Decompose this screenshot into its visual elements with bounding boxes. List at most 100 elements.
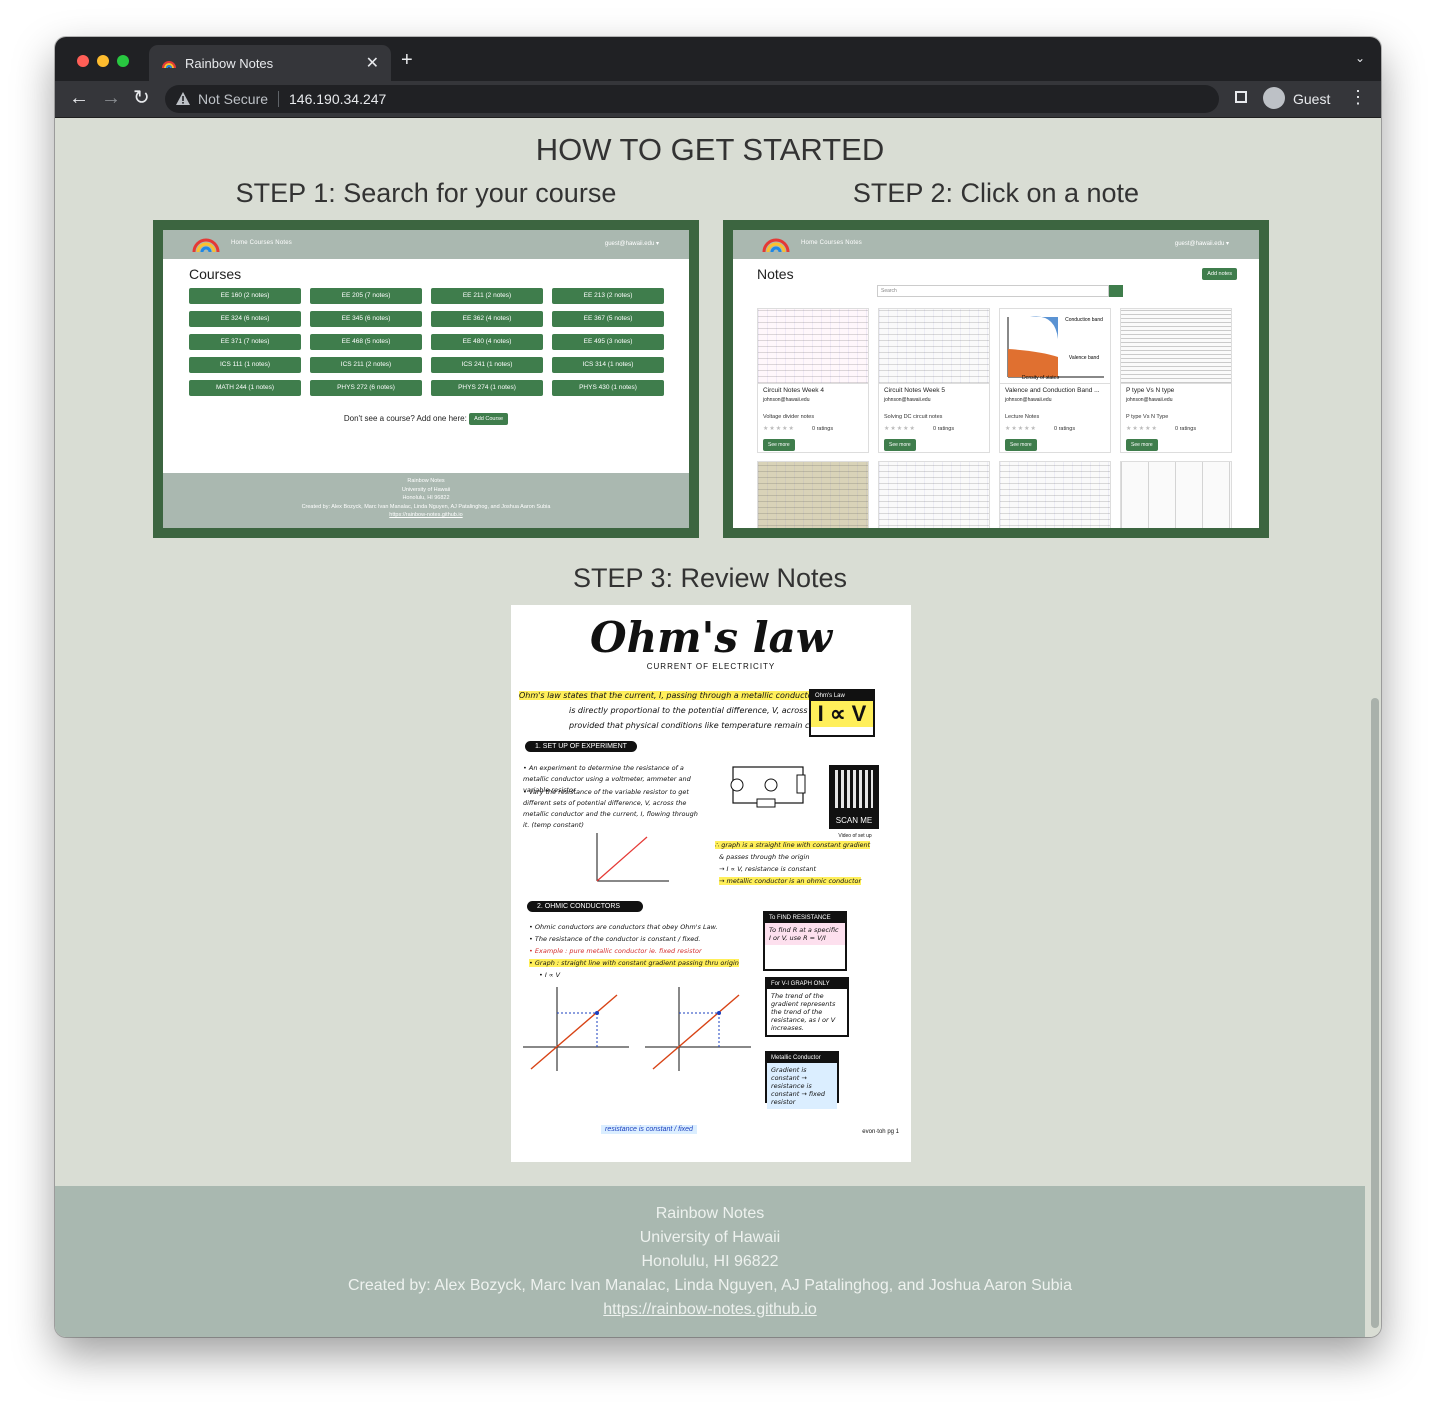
- note-card: Circuit Notes Week 4 johnson@hawaii.edu …: [757, 308, 869, 453]
- note-card: Circuit Notes Week 5 johnson@hawaii.edu …: [878, 308, 990, 453]
- step3-title: STEP 3: Review Notes: [572, 563, 848, 593]
- density-label: Density of states: [1022, 375, 1059, 381]
- minimize-window-button[interactable]: [97, 55, 109, 67]
- note-thumbnail: [879, 309, 989, 384]
- note-card: [878, 461, 990, 528]
- course-button: PHYS 430 (1 notes): [552, 380, 664, 396]
- see-more-button: See more: [884, 439, 916, 451]
- footer-link[interactable]: https://rainbow-notes.github.io: [603, 1301, 816, 1318]
- course-button: PHYS 274 (1 notes): [431, 380, 543, 396]
- star-rating-icon: ★★★★★: [884, 426, 916, 432]
- note-thumbnail: [1000, 462, 1110, 528]
- reload-icon[interactable]: ↻: [133, 87, 150, 109]
- page-scrollbar[interactable]: [1371, 698, 1379, 1328]
- note-title: Circuit Notes Week 5: [884, 387, 945, 394]
- address-bar[interactable]: Not Secure 146.190.34.247: [165, 85, 1219, 113]
- browser-toolbar: ← → ↻ Not Secure 146.190.34.247 Guest ⋮: [55, 81, 1381, 118]
- poster-title: Ohm's law: [589, 613, 832, 662]
- course-button: ICS 241 (1 notes): [431, 357, 543, 373]
- graph-note-3: → I ∝ V, resistance is constant: [719, 865, 817, 873]
- more-menu-icon[interactable]: ⋮: [1349, 87, 1367, 108]
- side-panel-icon[interactable]: [1235, 91, 1247, 103]
- mini-footer-line: Created by: Alex Bozyck, Marc Ivan Manal…: [301, 503, 551, 510]
- note-email: johnson@hawaii.edu: [1126, 397, 1173, 403]
- poster-signature: evon·toh pg 1: [862, 1129, 899, 1135]
- graph-note-2: & passes through the origin: [719, 853, 810, 861]
- notes-heading: Notes: [757, 266, 794, 282]
- course-button: EE 160 (2 notes): [189, 288, 301, 304]
- course-button: EE 371 (7 notes): [189, 334, 301, 350]
- add-notes-button: Add notes: [1202, 268, 1237, 280]
- metallic-conductor-box: Metallic Conductor Gradient is constant …: [765, 1051, 839, 1109]
- footer-credits: Created by: Alex Bozyck, Marc Ivan Manal…: [348, 1277, 1072, 1294]
- mini-search-icon: [1109, 285, 1123, 297]
- mini-nav-user: guest@hawaii.edu ▾: [1174, 241, 1229, 247]
- forward-arrow-icon[interactable]: →: [101, 87, 121, 109]
- note-description: P type Vs N Type: [1126, 414, 1169, 420]
- see-more-button: See more: [1005, 439, 1037, 451]
- find-resistance-heading: To FIND RESISTANCE: [765, 913, 845, 923]
- poster-subtitle: CURRENT OF ELECTRICITY: [646, 662, 776, 671]
- metallic-conductor-heading: Metallic Conductor: [767, 1053, 837, 1063]
- note-ratings: 0 ratings: [933, 426, 955, 432]
- note-description: Solving DC circuit notes: [884, 414, 943, 420]
- step2-title: STEP 2: Click on a note: [852, 178, 1140, 208]
- note-description: Voltage divider notes: [763, 414, 815, 420]
- note-card: Conduction band Valence band Density of …: [999, 308, 1111, 453]
- mini-nav-links: Home Courses Notes: [231, 240, 292, 246]
- course-button: EE 367 (5 notes): [552, 311, 664, 327]
- vi-graph-box: For V-I GRAPH ONLY The trend of the grad…: [765, 977, 849, 1037]
- course-button: EE 324 (6 notes): [189, 311, 301, 327]
- back-arrow-icon[interactable]: ←: [69, 87, 89, 109]
- note-title: P type Vs N type: [1126, 387, 1175, 394]
- section2-bullet-5: • I ∝ V: [539, 971, 561, 979]
- vi-graph-heading: For V-I GRAPH ONLY: [767, 979, 847, 989]
- omnibox-divider: [278, 91, 279, 107]
- scan-me-label: SCAN ME: [835, 816, 873, 825]
- rainbow-logo-icon: [192, 238, 220, 253]
- ohmic-graph-right: [645, 987, 751, 1071]
- note-thumbnail: [758, 462, 868, 528]
- star-rating-icon: ★★★★★: [763, 426, 795, 432]
- ohms-law-poster: Ohm's law CURRENT OF ELECTRICITY Ohm's l…: [511, 605, 911, 1162]
- browser-tab[interactable]: Rainbow Notes ✕: [149, 45, 391, 81]
- note-title: Circuit Notes Week 4: [763, 387, 824, 394]
- course-button: EE 468 (5 notes): [310, 334, 422, 350]
- course-button: ICS 314 (1 notes): [552, 357, 664, 373]
- section2-header: 2. OHMIC CONDUCTORS: [527, 901, 643, 912]
- find-resistance-box: To FIND RESISTANCE To find R at a specif…: [763, 911, 847, 971]
- mini-footer-line: University of Hawaii: [401, 486, 451, 493]
- zoom-window-button[interactable]: [117, 55, 129, 67]
- graph-note-4: → metallic conductor is an ohmic conduct…: [719, 877, 862, 885]
- mini-footer-line: Rainbow Notes: [407, 478, 445, 484]
- star-rating-icon: ★★★★★: [1126, 426, 1158, 432]
- add-course-prompt: Don't see a course? Add one here:: [343, 414, 467, 424]
- mini-footer-line: Honolulu, HI 96822: [402, 495, 450, 501]
- star-rating-icon: ★★★★★: [1005, 426, 1037, 432]
- new-tab-icon[interactable]: +: [401, 49, 413, 72]
- mini-footer-link: https://rainbow-notes.github.io: [389, 512, 463, 518]
- section1-bullet-2: • Vary the resistance of the variable re…: [523, 788, 698, 829]
- note-description: Lecture Notes: [1005, 414, 1040, 420]
- course-button: ICS 111 (1 notes): [189, 357, 301, 373]
- profile-label: Guest: [1293, 91, 1331, 107]
- url-text[interactable]: 146.190.34.247: [289, 91, 386, 107]
- mini-nav-links: Home Courses Notes: [801, 240, 862, 246]
- course-button: EE 480 (4 notes): [431, 334, 543, 350]
- poster-intro-1: Ohm's law states that the current, I, pa…: [519, 691, 816, 700]
- course-button: MATH 244 (1 notes): [189, 380, 301, 396]
- note-email: johnson@hawaii.edu: [1005, 397, 1052, 403]
- tab-close-icon[interactable]: ✕: [366, 53, 379, 73]
- rainbow-favicon-icon: [162, 61, 176, 69]
- ohms-law-formula-box: Ohm's Law I ∝ V: [809, 689, 875, 737]
- note-card: [757, 461, 869, 528]
- section2-bullet-3: • Example : pure metallic conductor ie. …: [529, 947, 702, 955]
- poster-intro-2: is directly proportional to the potentia…: [569, 706, 818, 715]
- security-status-label[interactable]: Not Secure: [198, 91, 268, 107]
- formula-label: Ohm's Law: [811, 691, 873, 701]
- note-ratings: 0 ratings: [1054, 426, 1076, 432]
- poster-intro-1-text: Ohm's law states that the current, I, pa…: [519, 691, 816, 700]
- footer-university: University of Hawaii: [639, 1229, 781, 1246]
- tab-search-chevron-icon[interactable]: ⌄: [1355, 51, 1365, 65]
- close-window-button[interactable]: [77, 55, 89, 67]
